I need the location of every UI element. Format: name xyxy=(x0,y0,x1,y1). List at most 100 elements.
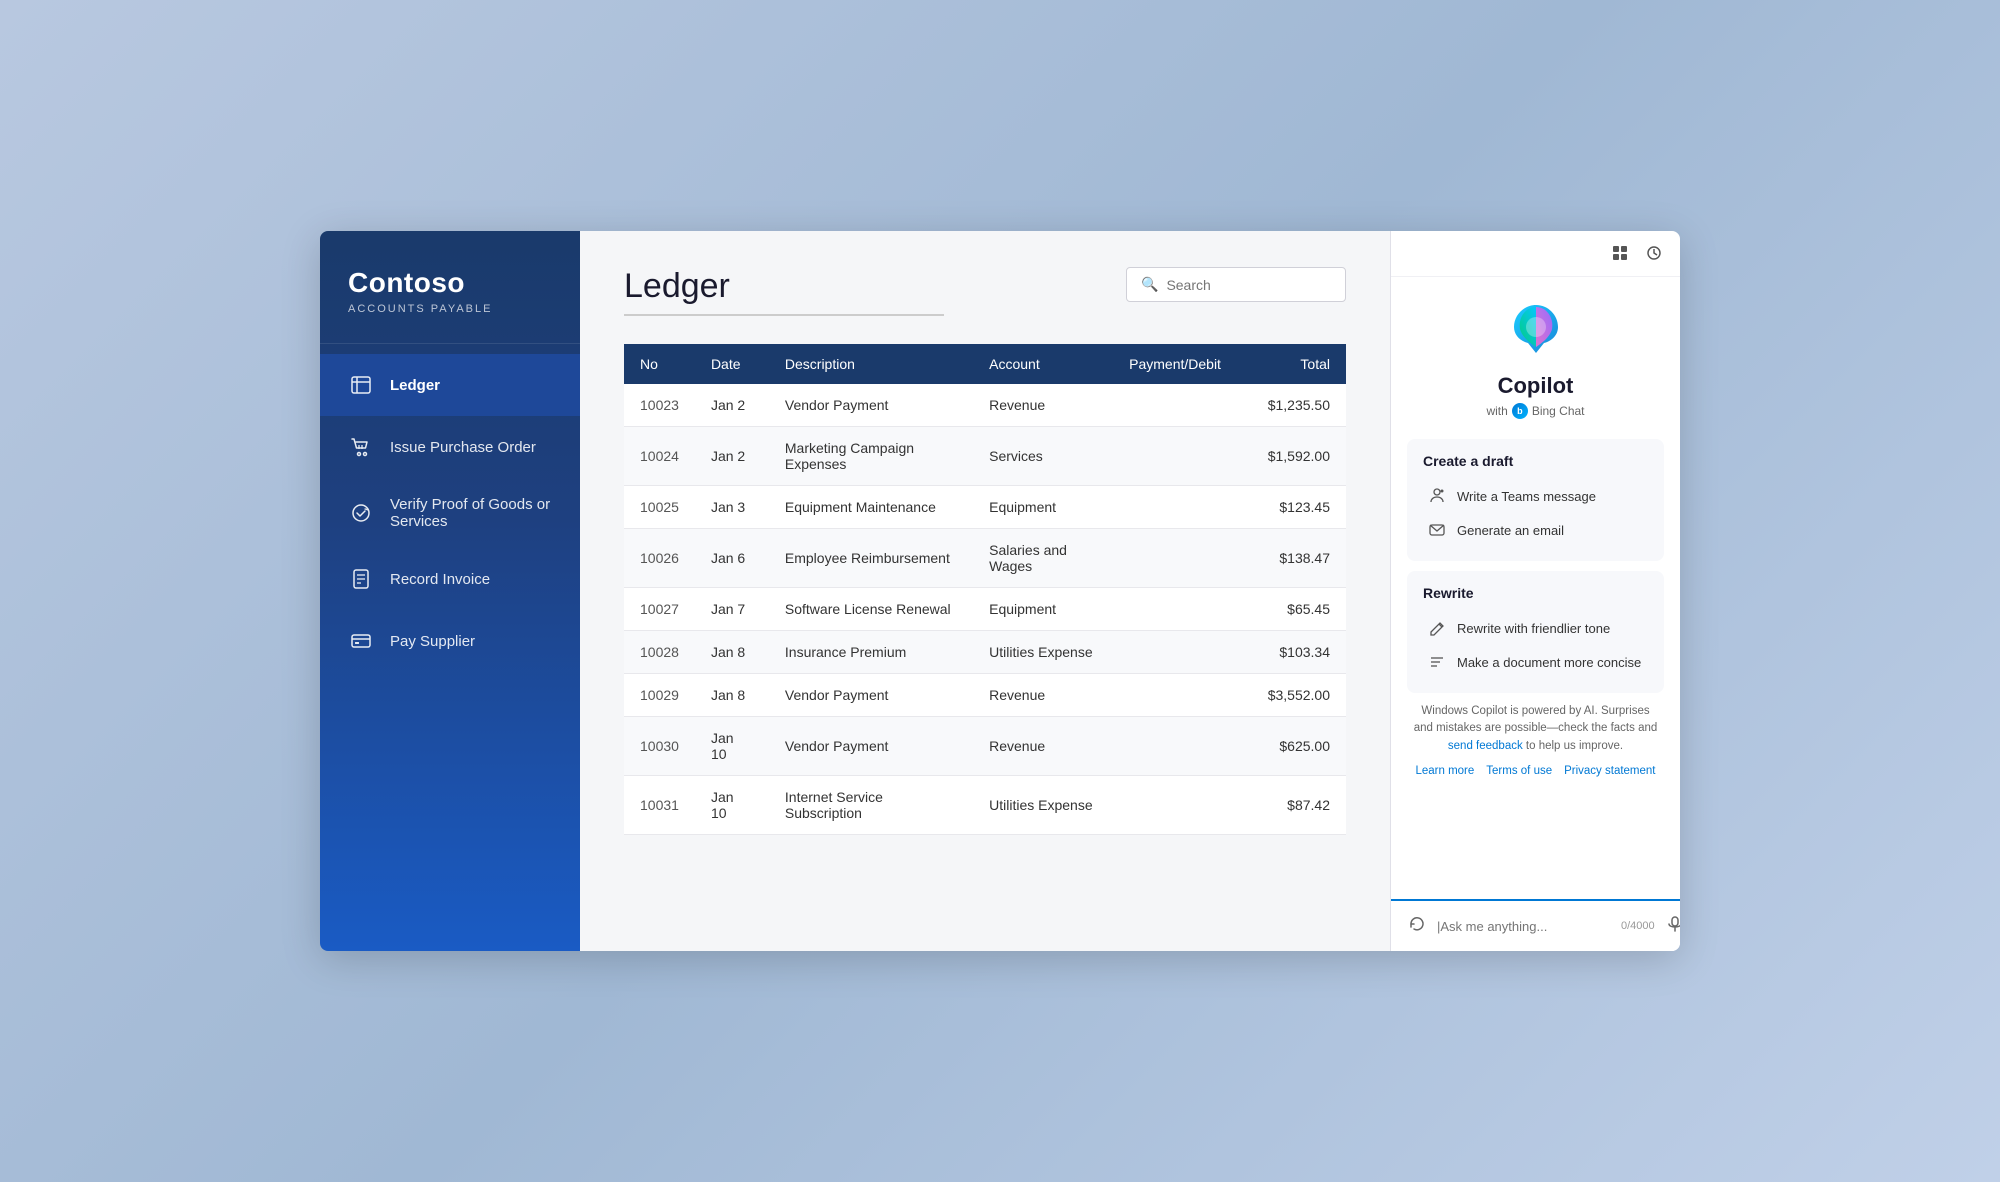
write-teams-message-action[interactable]: Write a Teams message xyxy=(1423,479,1648,513)
page-header: Ledger 🔍 xyxy=(624,267,1346,316)
table-body: 10023 Jan 2 Vendor Payment Revenue $1,23… xyxy=(624,384,1346,835)
search-box[interactable]: 🔍 xyxy=(1126,267,1346,302)
page-title: Ledger xyxy=(624,267,944,316)
copilot-logo xyxy=(1504,297,1568,361)
cell-account: Equipment xyxy=(973,486,1113,529)
sidebar-item-pay-label: Pay Supplier xyxy=(390,633,475,650)
verify-icon xyxy=(348,500,374,526)
copilot-input-row: 0/4000 xyxy=(1405,911,1666,941)
sidebar-item-invoice-label: Record Invoice xyxy=(390,571,490,588)
copilot-panel: Copilot with b Bing Chat Create a draft xyxy=(1390,231,1680,951)
sidebar-item-ledger[interactable]: Ledger xyxy=(320,354,580,416)
generate-email-action[interactable]: Generate an email xyxy=(1423,513,1648,547)
copilot-subtitle: with b Bing Chat xyxy=(1486,403,1584,419)
table-row[interactable]: 10028 Jan 8 Insurance Premium Utilities … xyxy=(624,631,1346,674)
cell-no: 10027 xyxy=(624,588,695,631)
char-count: 0/4000 xyxy=(1621,920,1655,932)
sidebar-item-pay-supplier[interactable]: Pay Supplier xyxy=(320,610,580,672)
rewrite-title: Rewrite xyxy=(1423,585,1648,601)
cell-date: Jan 10 xyxy=(695,717,769,776)
cell-payment xyxy=(1113,384,1248,427)
cell-payment xyxy=(1113,486,1248,529)
cell-date: Jan 10 xyxy=(695,776,769,835)
cell-no: 10024 xyxy=(624,427,695,486)
col-header-description: Description xyxy=(769,344,973,384)
sidebar-nav: Ledger Issue Purchase Order xyxy=(320,344,580,951)
rewrite-card: Rewrite Rewrite with friendlier tone xyxy=(1407,571,1664,693)
table-row[interactable]: 10026 Jan 6 Employee Reimbursement Salar… xyxy=(624,529,1346,588)
search-input[interactable] xyxy=(1166,277,1331,293)
cell-account: Revenue xyxy=(973,674,1113,717)
cell-no: 10028 xyxy=(624,631,695,674)
email-icon xyxy=(1427,520,1447,540)
company-name: Contoso xyxy=(348,267,552,299)
cell-date: Jan 3 xyxy=(695,486,769,529)
cell-date: Jan 2 xyxy=(695,427,769,486)
create-draft-title: Create a draft xyxy=(1423,453,1648,469)
table-row[interactable]: 10030 Jan 10 Vendor Payment Revenue $625… xyxy=(624,717,1346,776)
teams-icon xyxy=(1427,486,1447,506)
sidebar-item-purchase-order[interactable]: Issue Purchase Order xyxy=(320,416,580,478)
cell-date: Jan 2 xyxy=(695,384,769,427)
generate-email-label: Generate an email xyxy=(1457,523,1564,538)
friendlier-tone-action[interactable]: Rewrite with friendlier tone xyxy=(1423,611,1648,645)
col-header-date: Date xyxy=(695,344,769,384)
cell-no: 10023 xyxy=(624,384,695,427)
invoice-icon xyxy=(348,566,374,592)
content-area: Ledger 🔍 No Date Description Account Pay… xyxy=(580,231,1390,951)
table-row[interactable]: 10031 Jan 10 Internet Service Subscripti… xyxy=(624,776,1346,835)
cell-account: Revenue xyxy=(973,717,1113,776)
privacy-statement-link[interactable]: Privacy statement xyxy=(1564,765,1655,777)
table-row[interactable]: 10025 Jan 3 Equipment Maintenance Equipm… xyxy=(624,486,1346,529)
sidebar-item-verify-label: Verify Proof of Goods or Services xyxy=(390,496,552,530)
table-row[interactable]: 10029 Jan 8 Vendor Payment Revenue $3,55… xyxy=(624,674,1346,717)
more-concise-label: Make a document more concise xyxy=(1457,655,1641,670)
sidebar: Contoso ACCOUNTS PAYABLE Ledger xyxy=(320,231,580,951)
table-row[interactable]: 10023 Jan 2 Vendor Payment Revenue $1,23… xyxy=(624,384,1346,427)
mic-button[interactable] xyxy=(1663,912,1680,941)
cell-date: Jan 7 xyxy=(695,588,769,631)
create-draft-card: Create a draft Write a Teams message xyxy=(1407,439,1664,561)
cell-no: 10026 xyxy=(624,529,695,588)
chat-input[interactable] xyxy=(1437,919,1613,934)
sidebar-item-record-invoice[interactable]: Record Invoice xyxy=(320,548,580,610)
cell-total: $103.34 xyxy=(1248,631,1346,674)
ledger-table: No Date Description Account Payment/Debi… xyxy=(624,344,1346,835)
cell-payment xyxy=(1113,776,1248,835)
grid-view-button[interactable] xyxy=(1608,241,1632,270)
sidebar-item-ledger-label: Ledger xyxy=(390,377,440,394)
table-header-row: No Date Description Account Payment/Debi… xyxy=(624,344,1346,384)
cell-description: Marketing Campaign Expenses xyxy=(769,427,973,486)
cell-no: 10030 xyxy=(624,717,695,776)
cell-no: 10029 xyxy=(624,674,695,717)
cell-total: $138.47 xyxy=(1248,529,1346,588)
table-row[interactable]: 10024 Jan 2 Marketing Campaign Expenses … xyxy=(624,427,1346,486)
cell-account: Revenue xyxy=(973,384,1113,427)
feedback-link[interactable]: send feedback xyxy=(1448,740,1523,752)
cell-description: Vendor Payment xyxy=(769,674,973,717)
cell-payment xyxy=(1113,529,1248,588)
cell-no: 10025 xyxy=(624,486,695,529)
cell-date: Jan 8 xyxy=(695,674,769,717)
more-concise-action[interactable]: Make a document more concise xyxy=(1423,645,1648,679)
pencil-icon xyxy=(1427,618,1447,638)
history-button[interactable] xyxy=(1642,241,1666,270)
table-row[interactable]: 10027 Jan 7 Software License Renewal Equ… xyxy=(624,588,1346,631)
terms-of-use-link[interactable]: Terms of use xyxy=(1486,765,1552,777)
cell-total: $65.45 xyxy=(1248,588,1346,631)
sidebar-item-verify-goods[interactable]: Verify Proof of Goods or Services xyxy=(320,478,580,548)
cell-total: $625.00 xyxy=(1248,717,1346,776)
main-content: Ledger 🔍 No Date Description Account Pay… xyxy=(580,231,1390,951)
lines-icon xyxy=(1427,652,1447,672)
cell-total: $3,552.00 xyxy=(1248,674,1346,717)
cell-total: $123.45 xyxy=(1248,486,1346,529)
cell-description: Insurance Premium xyxy=(769,631,973,674)
cell-account: Utilities Expense xyxy=(973,776,1113,835)
sidebar-header: Contoso ACCOUNTS PAYABLE xyxy=(320,231,580,344)
refresh-button[interactable] xyxy=(1405,912,1429,941)
cart-icon xyxy=(348,434,374,460)
copilot-toolbar xyxy=(1391,231,1680,277)
bing-icon: b xyxy=(1512,403,1528,419)
learn-more-link[interactable]: Learn more xyxy=(1415,765,1474,777)
cell-description: Internet Service Subscription xyxy=(769,776,973,835)
